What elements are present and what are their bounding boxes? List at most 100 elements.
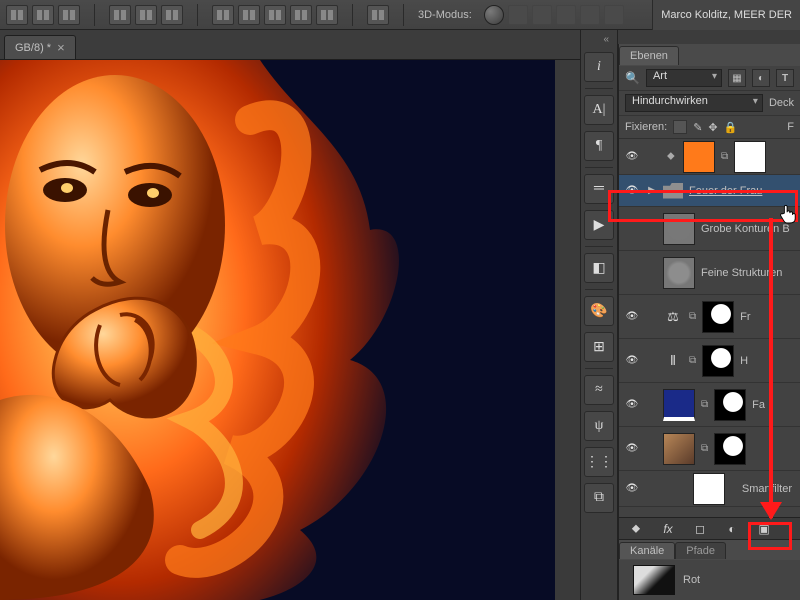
add-mask-button[interactable]: ◻ — [689, 521, 711, 537]
lock-move-icon[interactable]: ✥ — [708, 121, 717, 134]
3d-roll-icon[interactable] — [532, 5, 552, 25]
document-tab-label: GB/8) * — [15, 42, 51, 54]
3d-rotate-icon[interactable] — [508, 5, 528, 25]
visibility-toggle[interactable] — [623, 480, 641, 498]
layers-panel-tab-label: Ebenen — [619, 46, 679, 65]
visibility-toggle[interactable] — [623, 182, 641, 200]
auto-align-icon[interactable] — [367, 5, 389, 25]
lock-transparency-icon[interactable] — [673, 120, 687, 134]
layer-thumb — [663, 257, 695, 289]
blend-mode-dropdown[interactable]: Hindurchwirken — [625, 94, 763, 112]
3d-scale-icon[interactable] — [604, 5, 624, 25]
layer-name[interactable]: Fa — [752, 399, 796, 411]
layer-group-feuer[interactable]: ▶ Feuer der Frau — [619, 175, 800, 207]
new-adjustment-button[interactable]: ◐ — [721, 521, 743, 537]
paragraph-panel-icon[interactable]: ¶ — [584, 131, 614, 161]
link-mask-icon: ⧉ — [689, 311, 696, 322]
styles-panel-icon[interactable]: ≈ — [584, 375, 614, 405]
layer-mask-thumb — [702, 301, 734, 333]
layer-thumb — [683, 141, 715, 173]
layer-name[interactable]: Feuer der Frau — [689, 185, 796, 197]
brushes-panel-icon[interactable]: ψ — [584, 411, 614, 441]
distribute-vcenter-icon[interactable] — [238, 5, 260, 25]
fx-button[interactable]: fx — [657, 521, 679, 537]
filter-type-icon[interactable]: T — [776, 69, 794, 87]
clone-source-panel-icon[interactable]: ⧉ — [584, 483, 614, 513]
visibility-toggle[interactable] — [623, 148, 641, 166]
opacity-label: Deck — [769, 97, 794, 109]
align-left-icon[interactable] — [6, 5, 28, 25]
brush-presets-panel-icon[interactable]: ⋮⋮ — [584, 447, 614, 477]
close-tab-icon[interactable]: × — [57, 40, 65, 55]
link-icon: ⬥ — [667, 150, 677, 163]
layers-panel-tab[interactable]: Ebenen — [619, 44, 800, 66]
options-bar: 3D-Modus: Marco Kolditz, MEER DER — [0, 0, 800, 30]
layer-thumb — [663, 213, 695, 245]
layer-name[interactable]: Smartfilter — [731, 483, 796, 495]
layer-name[interactable]: Feine Strukturen — [701, 267, 796, 279]
3d-slide-icon[interactable] — [580, 5, 600, 25]
lock-paint-icon[interactable]: ✎ — [693, 121, 702, 134]
filter-pixel-icon[interactable]: ▦ — [728, 69, 746, 87]
layer-thumb — [663, 389, 695, 421]
distribute-space-v-icon[interactable] — [316, 5, 338, 25]
visibility-toggle[interactable] — [623, 396, 641, 414]
distribute-hcenter-icon[interactable] — [135, 5, 157, 25]
channel-row-red[interactable]: Rot — [619, 560, 800, 600]
swatches-panel-icon[interactable]: ⊞ — [584, 332, 614, 362]
align-right-icon[interactable] — [58, 5, 80, 25]
lock-all-icon[interactable]: 🔒 — [724, 121, 738, 134]
channels-tab[interactable]: Kanäle — [619, 542, 675, 559]
navigator-panel-icon[interactable]: ◧ — [584, 253, 614, 283]
3d-pan-icon[interactable] — [556, 5, 576, 25]
3d-sphere-icon[interactable] — [484, 5, 504, 25]
layer-color-fill[interactable]: ⬥ ⧉ — [619, 139, 800, 175]
filter-mask-thumb — [693, 473, 725, 505]
lock-row: Fixieren: ✎ ✥ 🔒 F — [619, 116, 800, 139]
paths-tab[interactable]: Pfade — [675, 542, 726, 559]
distribute-right-icon[interactable] — [161, 5, 183, 25]
folder-icon — [663, 183, 683, 199]
mode-3d-label: 3D-Modus: — [418, 9, 472, 21]
distribute-left-icon[interactable] — [109, 5, 131, 25]
window-title: Marco Kolditz, MEER DER — [652, 0, 800, 30]
search-icon[interactable]: 🔍 — [625, 71, 640, 85]
visibility-toggle[interactable] — [623, 220, 641, 238]
expand-dock-icon[interactable]: « — [603, 34, 609, 45]
panel-dock: « i A| ¶ ═ ▶ ◧ 🎨 ⊞ ≈ ψ ⋮⋮ ⧉ — [580, 30, 618, 600]
visibility-toggle[interactable] — [623, 264, 641, 282]
character-panel-icon[interactable]: A| — [584, 95, 614, 125]
glyphs-panel-icon[interactable]: ═ — [584, 174, 614, 204]
visibility-toggle[interactable] — [623, 308, 641, 326]
link-mask-icon: ⧉ — [701, 443, 708, 454]
levels-icon: ⫴ — [663, 351, 683, 371]
channels-panel: Kanäle Pfade Rot — [619, 539, 800, 600]
timeline-panel-icon[interactable]: ▶ — [584, 210, 614, 240]
align-center-icon[interactable] — [32, 5, 54, 25]
blend-row: Hindurchwirken Deck — [619, 91, 800, 116]
visibility-toggle[interactable] — [623, 440, 641, 458]
color-panel-icon[interactable]: 🎨 — [584, 296, 614, 326]
info-panel-icon[interactable]: i — [584, 52, 614, 82]
fill-label: F — [787, 121, 794, 133]
expand-group-icon[interactable]: ▶ — [647, 185, 657, 196]
layer-filter-row: 🔍 Art ▦ ◐ T — [619, 66, 800, 91]
layer-mask-thumb — [714, 433, 746, 465]
link-mask-icon: ⧉ — [721, 151, 728, 162]
document-tab[interactable]: GB/8) * × — [4, 35, 76, 59]
canvas-artwork — [0, 60, 555, 600]
layer-filter-dropdown[interactable]: Art — [646, 69, 722, 87]
channel-name: Rot — [683, 574, 700, 586]
new-group-button[interactable]: ▣ — [753, 521, 775, 537]
distribute-space-h-icon[interactable] — [290, 5, 312, 25]
document-canvas[interactable] — [0, 60, 555, 600]
distribute-top-icon[interactable] — [212, 5, 234, 25]
filter-adjust-icon[interactable]: ◐ — [752, 69, 770, 87]
lock-label: Fixieren: — [625, 121, 667, 133]
visibility-toggle[interactable] — [623, 352, 641, 370]
layer-thumb — [663, 433, 695, 465]
distribute-bottom-icon[interactable] — [264, 5, 286, 25]
link-layers-button[interactable]: ⬥ — [625, 521, 647, 537]
layer-name[interactable]: Grobe Konturen B — [701, 223, 796, 235]
channel-thumb — [633, 565, 675, 595]
